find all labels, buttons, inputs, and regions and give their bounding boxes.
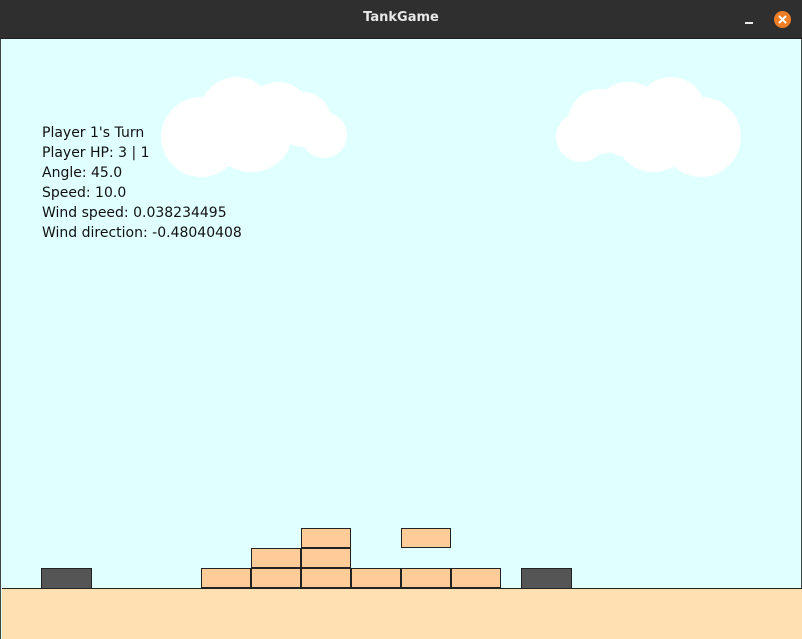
wind-direction-readout: Wind direction: -0.48040408 (42, 225, 242, 241)
wind-speed-readout: Wind speed: 0.038234495 (42, 205, 227, 221)
terrain-block (351, 568, 401, 588)
player-2-tank (521, 568, 572, 589)
terrain-block (401, 568, 451, 588)
terrain-block (401, 528, 451, 548)
hud-panel: Player 1's Turn Player HP: 3 | 1 Angle: … (42, 123, 242, 243)
angle-readout: Angle: 45.0 (42, 165, 123, 181)
player-1-tank (41, 568, 92, 589)
minimize-button[interactable] (740, 12, 756, 28)
game-window: TankGame Player 1's Turn Player HP: 3 | … (0, 0, 802, 639)
window-title: TankGame (363, 10, 439, 25)
terrain-block (301, 528, 351, 548)
player-hp: Player HP: 3 | 1 (42, 145, 150, 161)
game-canvas[interactable]: Player 1's Turn Player HP: 3 | 1 Angle: … (0, 39, 802, 639)
title-bar[interactable]: TankGame (0, 0, 802, 39)
terrain-block (451, 568, 501, 588)
close-button[interactable] (774, 11, 791, 28)
terrain-block (301, 568, 351, 588)
speed-readout: Speed: 10.0 (42, 185, 127, 201)
close-icon (778, 15, 787, 24)
terrain-block (301, 548, 351, 568)
terrain-block (251, 548, 301, 568)
ground (2, 588, 802, 639)
turn-indicator: Player 1's Turn (42, 125, 145, 141)
terrain-block (251, 568, 301, 588)
terrain-block (201, 568, 251, 588)
minimize-icon (745, 22, 753, 24)
